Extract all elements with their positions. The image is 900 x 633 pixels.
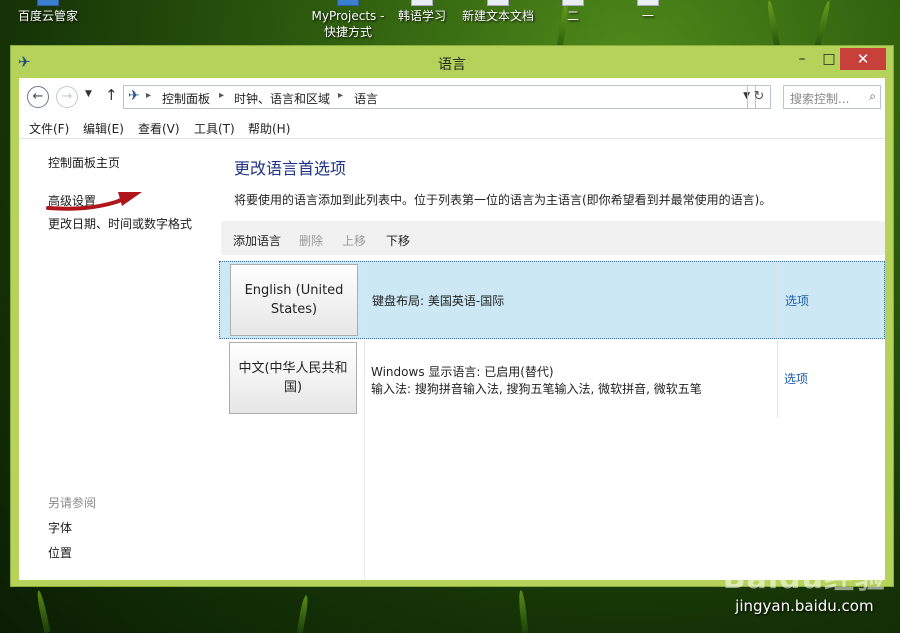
language-list-item-chinese[interactable]: 中文(中华人民共和国) Windows 显示语言: 已启用(替代) 输入法: 搜…: [219, 340, 885, 418]
language-options-link-chinese[interactable]: 选项: [784, 370, 808, 387]
language-list-item-english[interactable]: English (United States) 键盘布局: 美国英语-国际 选项: [219, 261, 885, 339]
menu-bar: 文件(F) 编辑(E) 查看(V) 工具(T) 帮助(H): [19, 118, 885, 139]
watermark-logo: Baidu经验: [722, 561, 886, 596]
desktop-icon-label: 新建文本文档: [461, 9, 534, 23]
sidebar-link-location[interactable]: 位置: [48, 544, 72, 561]
document-icon: [562, 0, 584, 6]
desktop-icon-label: 二: [566, 9, 579, 23]
document-icon: [487, 0, 509, 6]
desktop-icon-label: 百度云管家: [17, 9, 78, 23]
recent-locations-dropdown[interactable]: ▼: [85, 89, 92, 99]
desktop-icon-korean[interactable]: 韩语学习: [382, 0, 462, 24]
minimize-button[interactable]: –: [788, 48, 816, 70]
title-bar[interactable]: ✈ 语言 – □ ✕: [11, 46, 893, 78]
watermark-url: jingyan.baidu.com: [735, 597, 874, 615]
search-placeholder: 搜索控制...: [790, 92, 850, 106]
back-button[interactable]: ←: [27, 86, 49, 108]
move-down-button[interactable]: 下移: [386, 232, 410, 249]
desktop-icon-new-text[interactable]: 新建文本文档: [458, 0, 538, 24]
move-up-button[interactable]: 上移: [342, 232, 366, 249]
language-detail: 输入法: 搜狗拼音输入法, 搜狗五笔输入法, 微软拼音, 微软五笔: [371, 382, 702, 396]
breadcrumb-control-panel[interactable]: 控制面板: [162, 90, 210, 107]
page-description: 将要使用的语言添加到此列表中。位于列表第一位的语言为主语言(即你希望看到并最常使…: [234, 193, 772, 207]
shortcut-icon: [337, 0, 359, 6]
see-also-heading: 另请参阅: [48, 496, 97, 510]
desktop-icon-baidu-cloud[interactable]: 百度云管家: [8, 0, 88, 24]
desktop-icon-label: 韩语学习: [397, 9, 446, 23]
sidebar-link-control-panel-home[interactable]: 控制面板主页: [48, 154, 120, 171]
up-arrow-icon[interactable]: ↑: [105, 86, 118, 104]
language-window: ✈ 语言 – □ ✕ ← → ▼ ↑ ✈ ▸ 控制面板 ▸ 时钟、语言和区域 ▸…: [10, 45, 894, 587]
desktop-icon-label: MyProjects - 快捷方式: [311, 9, 385, 39]
menu-file[interactable]: 文件(F): [29, 120, 69, 137]
window-title: 语言: [438, 57, 466, 73]
row-divider: [365, 262, 366, 338]
sidebar-link-change-date-format[interactable]: 更改日期、时间或数字格式: [48, 215, 192, 232]
refresh-button[interactable]: ↻: [747, 85, 771, 109]
breadcrumb-separator-icon: ▸: [146, 90, 152, 101]
language-tile-chinese[interactable]: 中文(中华人民共和国): [229, 342, 357, 414]
language-options-link-english[interactable]: 选项: [785, 292, 809, 309]
breadcrumb-separator-icon: ▸: [338, 90, 344, 101]
breadcrumb-separator-icon: ▸: [219, 90, 225, 101]
row-divider: [778, 262, 779, 338]
control-panel-icon: ✈: [128, 88, 140, 104]
close-button[interactable]: ✕: [840, 48, 886, 70]
desktop-icon-myprojects[interactable]: MyProjects - 快捷方式: [308, 0, 388, 40]
desktop-icon-label: 一: [641, 9, 654, 23]
search-input[interactable]: 搜索控制... ⌕: [783, 85, 881, 109]
desktop-icon-one[interactable]: 一: [608, 0, 688, 24]
column-divider: [364, 373, 365, 580]
window-client-area: ← → ▼ ↑ ✈ ▸ 控制面板 ▸ 时钟、语言和区域 ▸ 语言 ▼ ↻ 搜索控…: [19, 78, 885, 580]
navigation-bar: ← → ▼ ↑ ✈ ▸ 控制面板 ▸ 时钟、语言和区域 ▸ 语言 ▼ ↻ 搜索控…: [19, 78, 885, 118]
baidu-jingyan-watermark: Baidu经验 jingyan.baidu.com: [723, 553, 886, 615]
add-language-button[interactable]: 添加语言: [233, 232, 281, 249]
maximize-button[interactable]: □: [815, 48, 843, 70]
language-tile-english[interactable]: English (United States): [230, 264, 358, 336]
language-detail: Windows 显示语言: 已启用(替代): [371, 365, 554, 379]
page-title: 更改语言首选项: [234, 159, 347, 178]
search-icon: ⌕: [869, 89, 876, 103]
document-icon: [637, 0, 659, 6]
cloud-app-icon: [37, 0, 59, 6]
menu-view[interactable]: 查看(V): [138, 120, 180, 137]
menu-tools[interactable]: 工具(T): [194, 120, 235, 137]
language-detail: 键盘布局: 美国英语-国际: [372, 294, 505, 308]
breadcrumb-language[interactable]: 语言: [354, 90, 378, 107]
document-icon: [411, 0, 433, 6]
forward-button[interactable]: →: [56, 86, 78, 108]
language-toolbar: 添加语言 删除 上移 下移: [221, 221, 885, 255]
sidebar-link-fonts[interactable]: 字体: [48, 519, 72, 536]
menu-edit[interactable]: 编辑(E): [83, 120, 124, 137]
remove-button[interactable]: 删除: [299, 232, 323, 249]
row-divider: [777, 340, 778, 418]
desktop-icon-two[interactable]: 二: [533, 0, 613, 24]
menu-help[interactable]: 帮助(H): [248, 120, 290, 137]
address-bar[interactable]: ✈ ▸ 控制面板 ▸ 时钟、语言和区域 ▸ 语言 ▼: [123, 85, 756, 109]
red-annotation-arrow-icon: [46, 192, 142, 211]
breadcrumb-clock-language-region[interactable]: 时钟、语言和区域: [234, 90, 330, 107]
